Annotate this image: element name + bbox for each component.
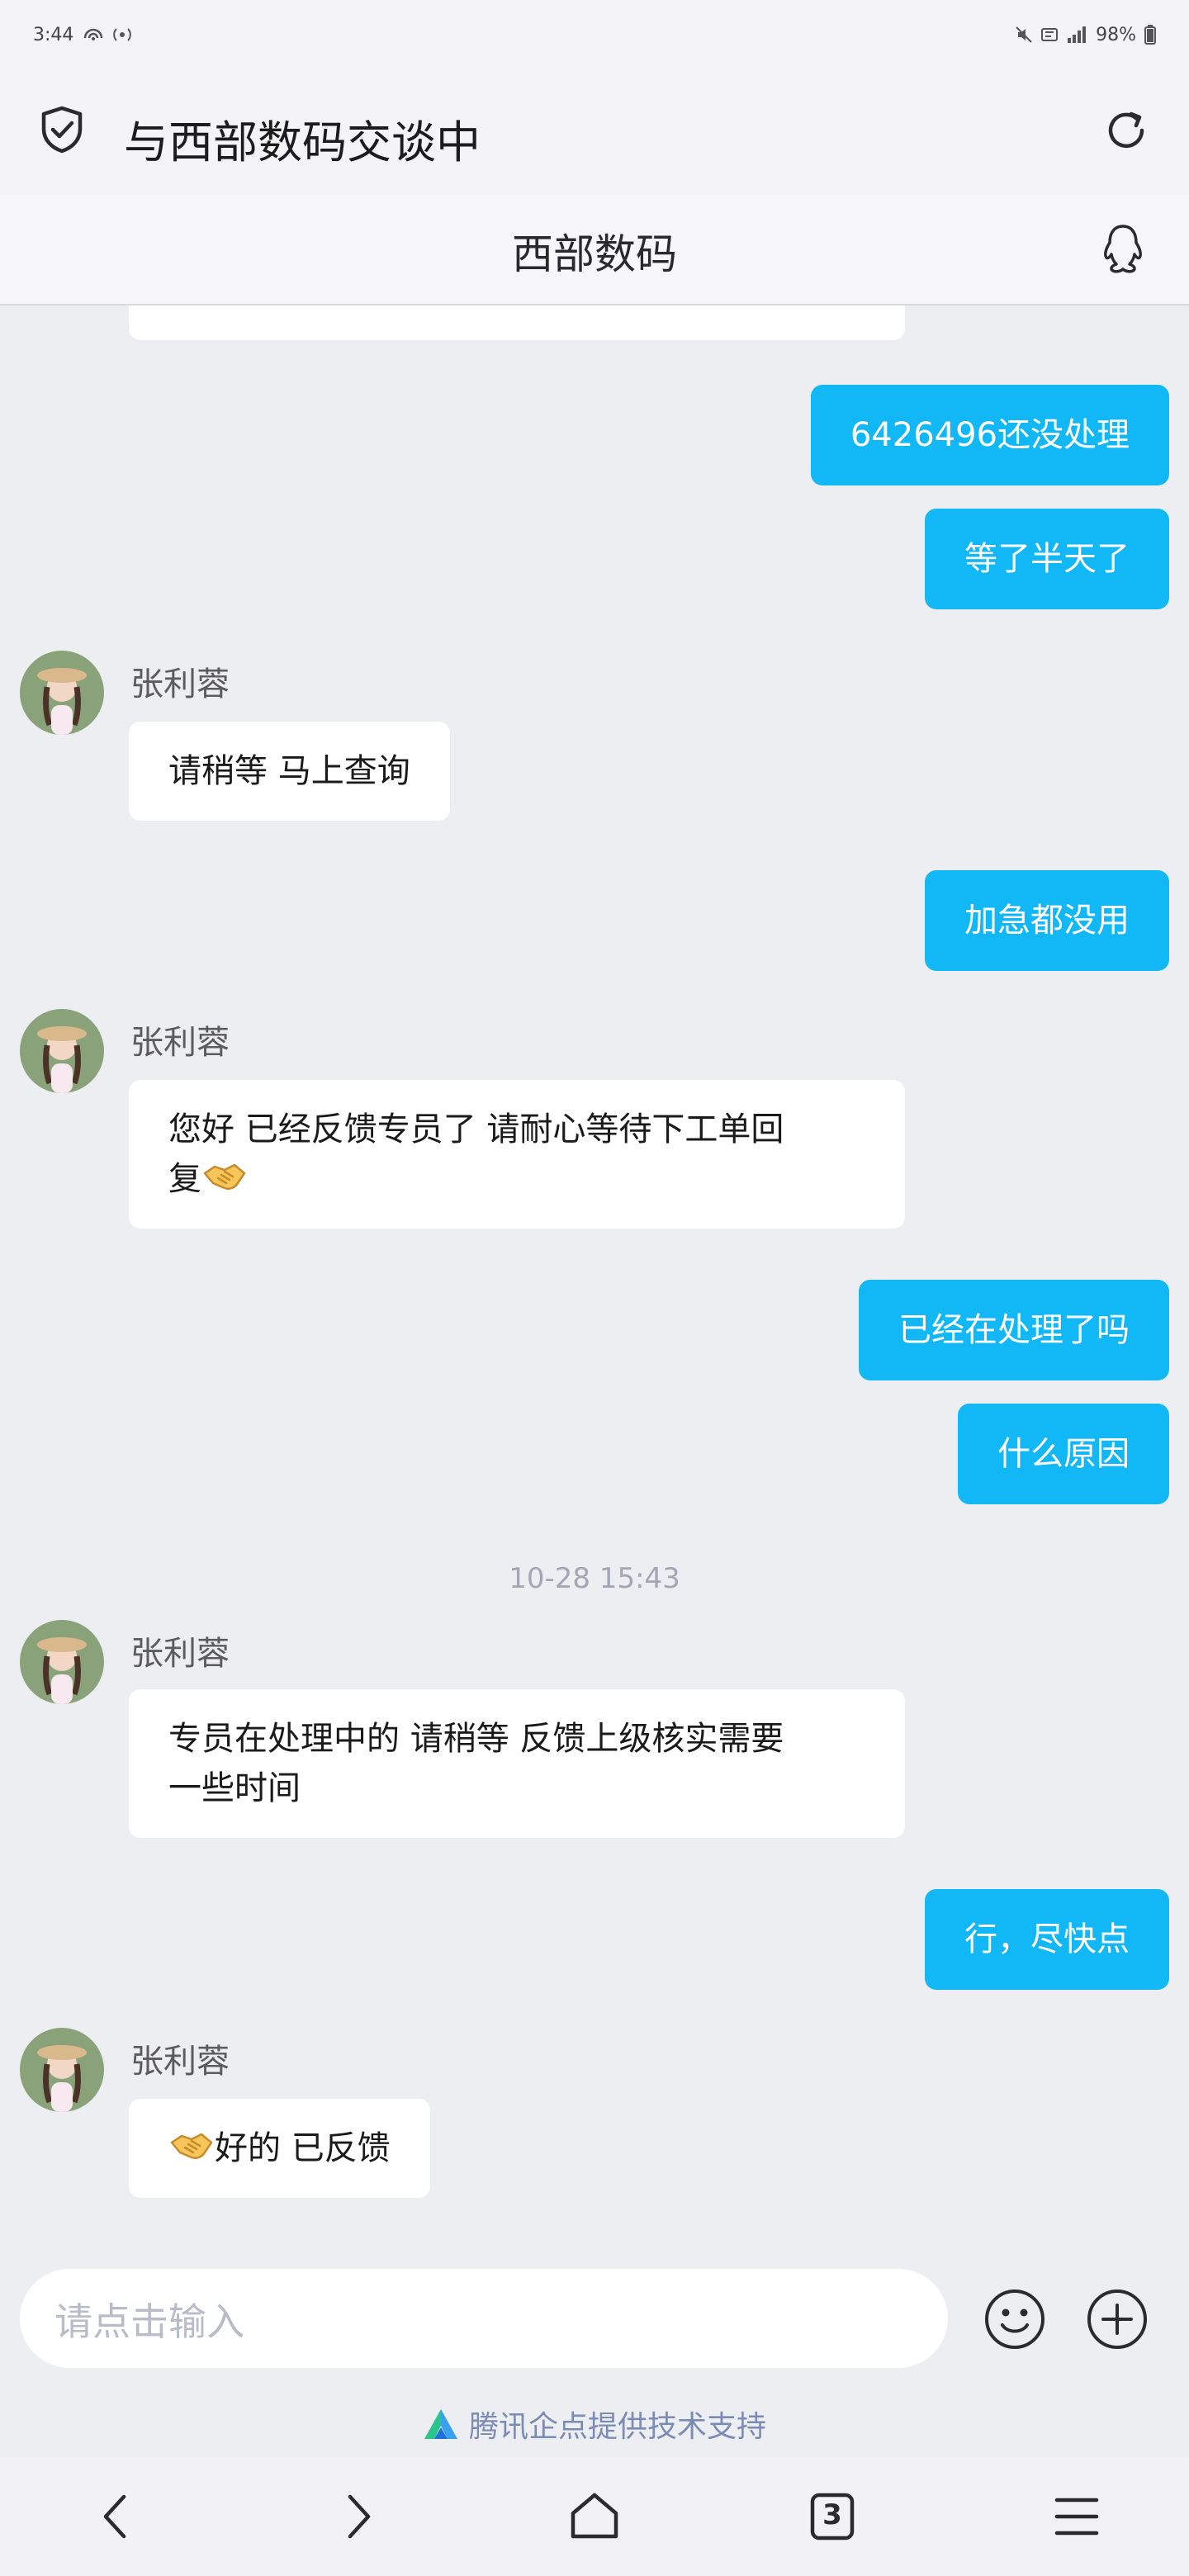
sender-name: 张利蓉: [130, 665, 230, 703]
volte-icon: [1041, 28, 1059, 41]
smiley-icon[interactable]: [983, 2287, 1047, 2351]
powered-by-text: 腾讯企点提供技术支持: [468, 2410, 766, 2444]
powered-by: 腾讯企点提供技术支持: [0, 2391, 1189, 2457]
avatar-image: [20, 1620, 104, 1704]
message-bubble-outgoing: 6426496还没处理: [810, 385, 1169, 485]
battery-icon: [1144, 25, 1156, 45]
qq-penguin-icon[interactable]: [1100, 223, 1146, 276]
message-text: 好的 已反馈: [215, 2129, 391, 2167]
status-right: 98%: [1015, 25, 1156, 45]
message-bubble-incoming: 请稍等 马上查询: [129, 722, 450, 821]
message-bubble-outgoing: 行，尽快点: [925, 1889, 1169, 1990]
avatar[interactable]: [20, 2028, 104, 2112]
chat-header: 西部数码: [0, 195, 1189, 305]
handshake-emoji: [203, 1163, 246, 1190]
menu-icon[interactable]: [1045, 2485, 1108, 2548]
timestamp: 10-28 15:43: [509, 1562, 680, 1595]
status-bar: 3:44 98%: [0, 0, 1189, 69]
tabs-button[interactable]: 3: [801, 2485, 864, 2548]
message-bubble-outgoing: 什么原因: [958, 1404, 1169, 1504]
message-bubble-outgoing: 加急都没用: [925, 870, 1169, 971]
tencent-qidian-logo-icon: [424, 2409, 457, 2439]
plus-circle-icon[interactable]: [1085, 2287, 1149, 2351]
page-title: 与西部数码交谈中: [124, 116, 481, 168]
message-bubble-incoming: 您好 已经反馈专员了 请耐心等待下工单回 复: [129, 1080, 905, 1229]
shield-check-icon[interactable]: [36, 104, 88, 155]
bottom-nav: 3: [0, 2457, 1189, 2576]
avatar-image: [20, 2028, 104, 2112]
message-bubble-incoming: 专员在处理中的 请稍等 反馈上级核实需要 一些时间: [129, 1689, 905, 1838]
battery-percent: 98%: [1096, 24, 1136, 45]
sender-name: 张利蓉: [130, 1635, 230, 1673]
message-text-line: 复: [168, 1154, 865, 1204]
message-text: 复: [168, 1160, 201, 1198]
handshake-emoji: [170, 2133, 213, 2159]
avatar[interactable]: [20, 1620, 104, 1704]
signal-icon: [1068, 26, 1087, 43]
message-list[interactable]: 6426496还没处理 等了半天了 张利蓉 请稍等 马上查询 加急都没用 张利蓉…: [0, 305, 1189, 2242]
input-bar: 请点击输入: [0, 2242, 1189, 2391]
refresh-icon[interactable]: [1101, 106, 1151, 155]
avatar-image: [20, 651, 104, 735]
avatar[interactable]: [20, 1009, 104, 1093]
cast-icon: [113, 28, 132, 41]
sender-name: 张利蓉: [130, 2043, 230, 2081]
message-text-line: 您好 已经反馈专员了 请耐心等待下工单回: [168, 1110, 784, 1148]
status-time: 3:44: [33, 24, 74, 45]
mute-icon: [1016, 26, 1032, 43]
sender-name: 张利蓉: [130, 1024, 230, 1062]
message-bubble-partial: [129, 305, 905, 340]
message-bubble-incoming: 好的 已反馈: [129, 2099, 430, 2198]
message-input[interactable]: 请点击输入: [20, 2269, 948, 2368]
message-text-line: 专员在处理中的 请稍等 反馈上级核实需要: [168, 1720, 784, 1758]
home-icon[interactable]: [563, 2485, 626, 2548]
back-icon[interactable]: [86, 2485, 149, 2548]
avatar[interactable]: [20, 651, 104, 735]
contact-name: 西部数码: [512, 230, 677, 278]
message-bubble-outgoing: 等了半天了: [925, 509, 1169, 609]
message-bubble-outgoing: 已经在处理了吗: [859, 1280, 1169, 1380]
tab-count: 3: [822, 2498, 842, 2531]
status-left: 3:44: [33, 24, 132, 45]
avatar-image: [20, 1009, 104, 1093]
message-text-line: 一些时间: [168, 1769, 301, 1807]
hotspot-icon: [84, 28, 103, 40]
forward-icon[interactable]: [325, 2485, 388, 2548]
app-bar: 与西部数码交谈中: [0, 69, 1189, 195]
